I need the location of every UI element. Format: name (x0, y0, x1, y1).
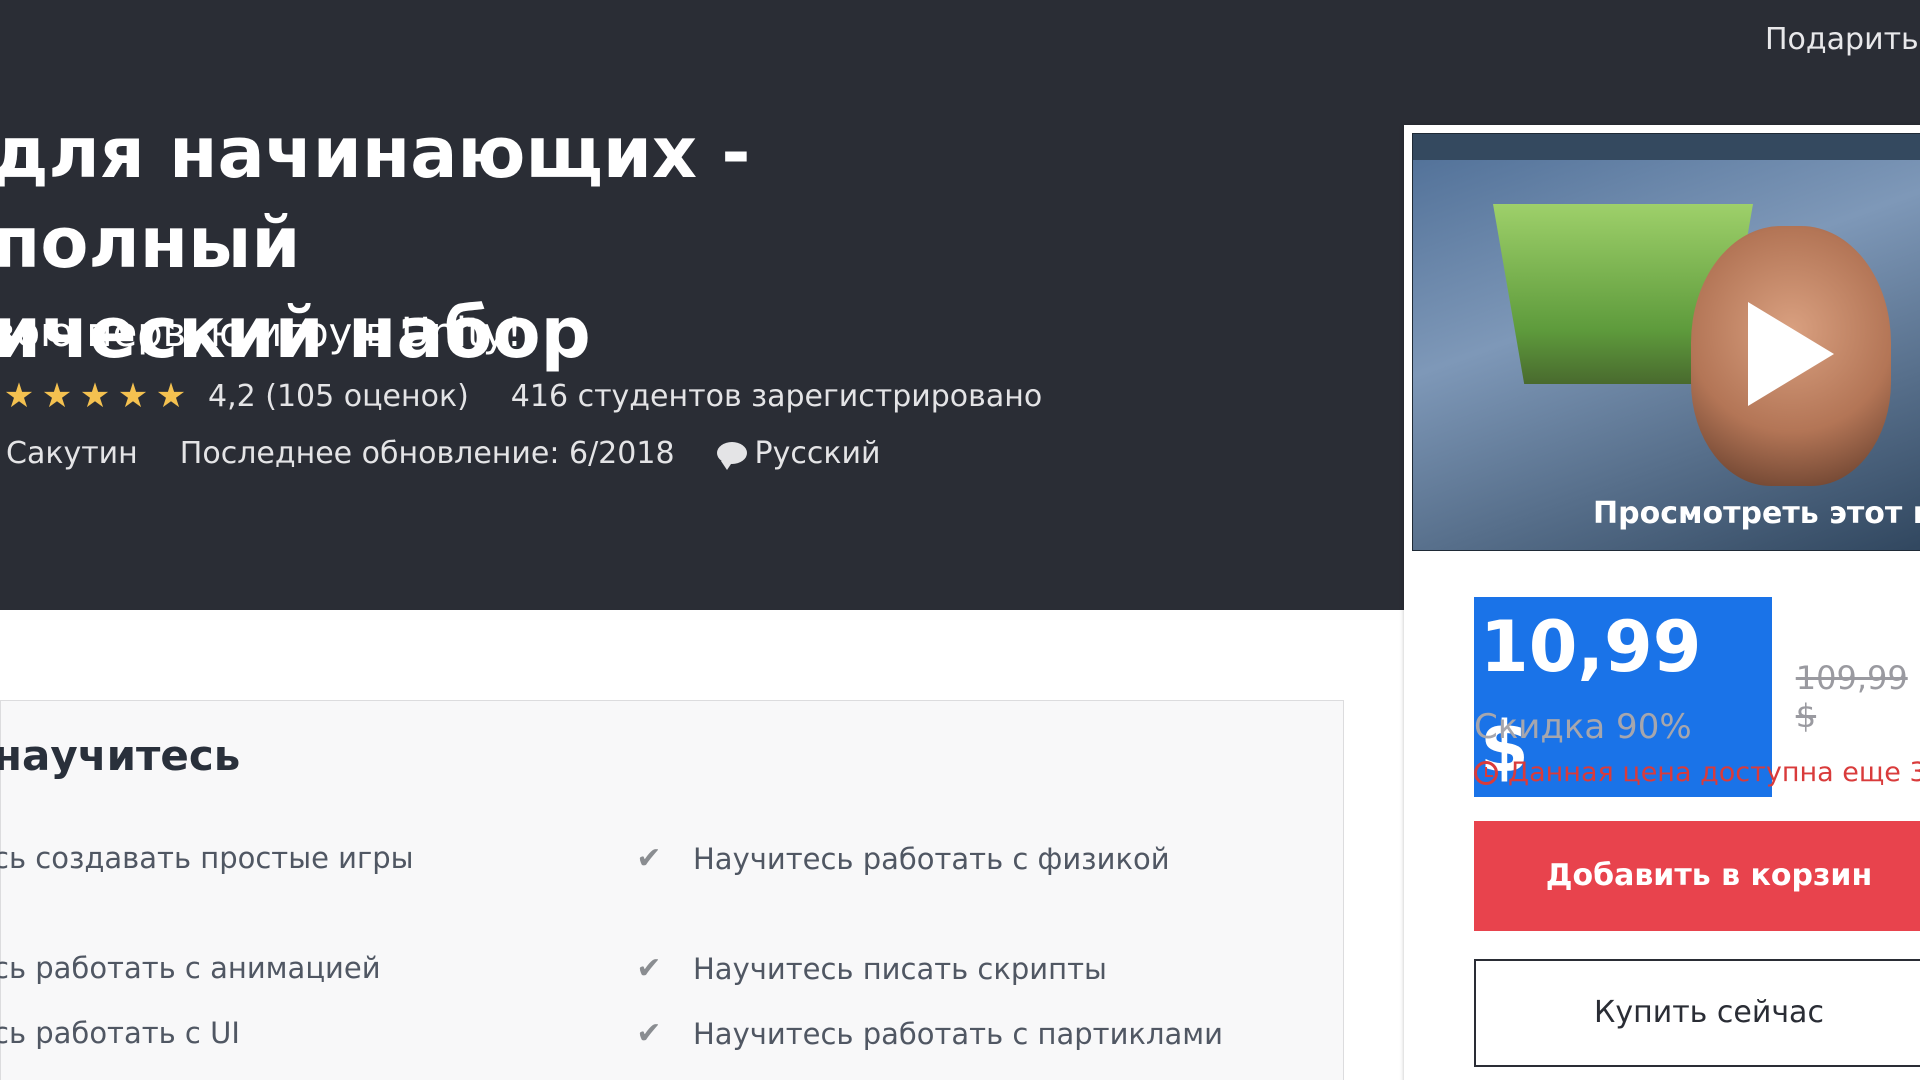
discount-label: Скидка 90% (1474, 707, 1692, 747)
check-icon: ✔ (636, 951, 662, 986)
learn-item-text: сь работать с UI (0, 1016, 240, 1050)
what-you-learn-box: научитесь сь создавать простые игры сь р… (0, 700, 1344, 1080)
price-timer: Данная цена доступна еще 3 (1474, 757, 1920, 788)
learn-item-text: Научитесь работать с физикой (693, 841, 1170, 876)
meta-row: Сакутин Последнее обновление: 6/2018 Рус… (6, 432, 923, 474)
learn-item-text: сь работать с анимацией (0, 951, 381, 985)
learn-heading: научитесь (0, 731, 241, 780)
last-update: Последнее обновление: 6/2018 (179, 435, 675, 471)
course-title-line1: для начинающих - полный (0, 112, 751, 284)
star-half-icon: ★ (155, 376, 187, 416)
play-icon[interactable] (1748, 302, 1834, 406)
rating-stars: ★ ★ ★ ★ ★ (0, 376, 190, 416)
course-preview-video[interactable]: Просмотреть этот ку (1412, 133, 1920, 551)
learn-item: сь работать с анимацией (0, 951, 381, 985)
preview-caption: Просмотреть этот ку (1593, 496, 1920, 531)
rating-text: 4,2 (105 оценок) (208, 378, 469, 414)
star-icon: ★ (3, 376, 35, 416)
learn-item-text: Научитесь писать скрипты (693, 951, 1107, 986)
check-icon: ✔ (636, 841, 662, 876)
learn-item: сь работать с UI (0, 1016, 240, 1050)
check-icon: ✔ (636, 1016, 662, 1051)
learn-item: ✔ Научитесь писать скрипты (629, 951, 1107, 986)
star-icon: ★ (41, 376, 73, 416)
clock-icon (1474, 760, 1498, 785)
learn-item-text: сь создавать простые игры (0, 841, 414, 875)
language: Русский (716, 435, 881, 471)
students-count: 416 студентов зарегистрировано (510, 378, 1043, 414)
course-page: Подарить для начинающих - полный ический… (0, 0, 1920, 1080)
add-to-cart-button[interactable]: Добавить в корзин (1474, 821, 1920, 931)
purchase-sidebar: Просмотреть этот ку 10,99 $ 109,99 $ Ски… (1404, 125, 1920, 1080)
learn-item: ✔ Научитесь работать с партиклами (629, 1016, 1223, 1051)
author-link[interactable]: Сакутин (6, 436, 138, 471)
learn-item: сь создавать простые игры (0, 841, 414, 875)
rating-row: ★ ★ ★ ★ ★ 4,2 (105 оценок) 416 студентов… (0, 375, 1042, 417)
preview-toolbar (1413, 134, 1920, 160)
original-price: 109,99 $ (1795, 659, 1908, 735)
star-icon: ★ (117, 376, 149, 416)
speech-bubble-icon (716, 442, 747, 470)
buy-now-button[interactable]: Купить сейчас (1474, 959, 1920, 1067)
gift-course-link[interactable]: Подарить (1765, 22, 1919, 57)
star-icon: ★ (79, 376, 111, 416)
language-label: Русский (754, 435, 881, 471)
course-subtitle: вою первую игру в Unity! (0, 310, 523, 356)
timer-text: Данная цена доступна еще 3 (1508, 757, 1920, 788)
learn-item: ✔ Научитесь работать с физикой (629, 841, 1170, 876)
learn-item-text: Научитесь работать с партиклами (693, 1016, 1223, 1051)
